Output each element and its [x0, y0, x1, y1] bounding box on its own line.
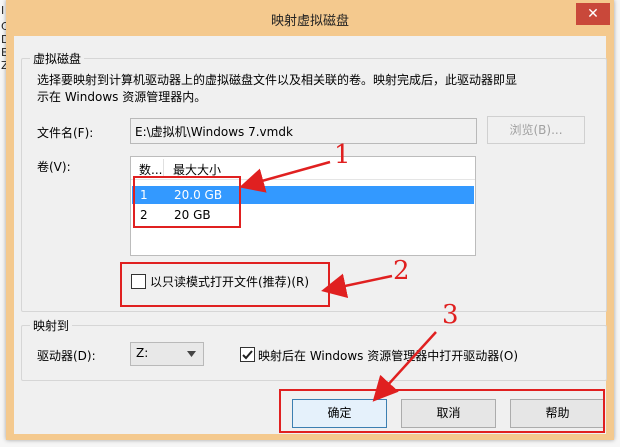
annotation-number: 3 [442, 300, 459, 330]
annotation-arrow [321, 273, 393, 299]
annotation-number: 1 [334, 140, 351, 170]
annotation-arrows [239, 160, 437, 402]
annotation-arrow [372, 331, 437, 402]
annotation-arrow [239, 160, 331, 193]
annotation-number: 2 [393, 256, 410, 286]
